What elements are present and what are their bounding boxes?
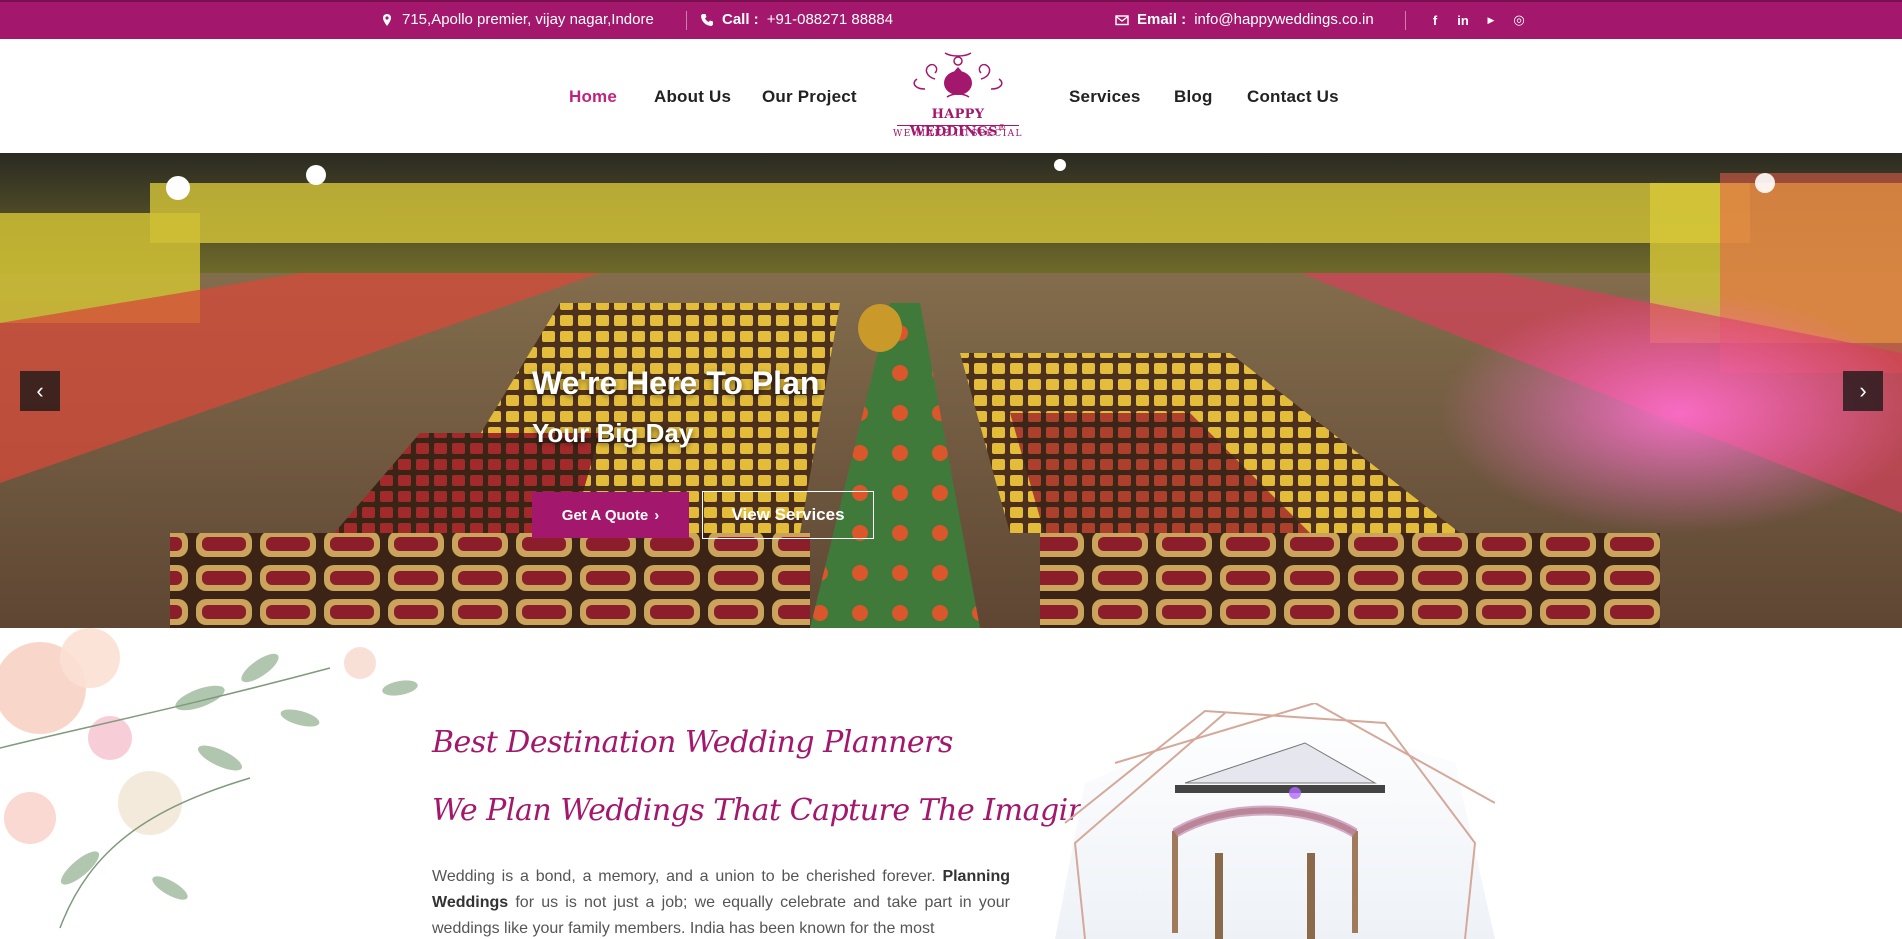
hero-subtitle: Your Big Day	[532, 418, 694, 448]
address-item: 715,Apollo premier, vijay nagar,Indore	[380, 11, 654, 28]
floral-decoration-image	[0, 628, 418, 929]
slider-next-button[interactable]: ›	[1843, 371, 1883, 411]
instagram-icon[interactable]: ◎	[1512, 12, 1526, 28]
nav-our-project[interactable]: Our Project	[762, 87, 857, 107]
brand-logo[interactable]: HAPPY WEDDINGS® WE MAKE IT SPECIAL	[885, 49, 1031, 149]
address-text: 715,Apollo premier, vijay nagar,Indore	[402, 11, 654, 28]
nav-services[interactable]: Services	[1069, 87, 1141, 107]
linkedin-icon[interactable]: in	[1456, 12, 1470, 28]
call-item[interactable]: Call : +91-088271 88884	[700, 11, 893, 28]
section-heading-secondary: We Plan Weddings That Capture The Imagin…	[432, 793, 1162, 828]
phone-icon	[701, 13, 713, 26]
about-section: Best Destination Wedding Planners We Pla…	[0, 628, 1902, 939]
nav-home[interactable]: Home	[569, 87, 617, 107]
top-contact-bar: 715,Apollo premier, vijay nagar,Indore C…	[0, 0, 1902, 39]
hero-slider: ‹ › We're Here To Plan Your Big Day Get …	[0, 153, 1902, 628]
chevron-right-icon: ›	[654, 506, 660, 524]
email-label: Email :	[1137, 11, 1187, 28]
nav-about-us[interactable]: About Us	[654, 87, 731, 107]
hero-venue-image	[0, 153, 1902, 628]
about-paragraph: Wedding is a bond, a memory, and a union…	[432, 864, 1010, 939]
main-nav: Home About Us Our Project HAPPY WEDDINGS…	[0, 39, 1902, 153]
email-item[interactable]: Email : info@happyweddings.co.in	[1115, 11, 1374, 28]
slider-prev-button[interactable]: ‹	[20, 371, 60, 411]
email-value[interactable]: info@happyweddings.co.in	[1194, 11, 1374, 28]
location-pin-icon	[383, 13, 391, 26]
nav-blog[interactable]: Blog	[1174, 87, 1213, 107]
call-number[interactable]: +91-088271 88884	[767, 11, 893, 28]
facebook-icon[interactable]: f	[1428, 12, 1442, 28]
call-label: Call :	[722, 11, 759, 28]
youtube-icon[interactable]: ▶	[1484, 12, 1498, 28]
logo-divider	[897, 125, 1019, 126]
social-links: f in ▶ ◎	[1428, 12, 1526, 28]
about-text-part1: Wedding is a bond, a memory, and a union…	[432, 868, 943, 885]
about-text-part2: for us is not just a job; we equally cel…	[432, 894, 1010, 937]
get-a-quote-label: Get A Quote	[561, 506, 649, 524]
section-heading-primary: Best Destination Wedding Planners	[432, 725, 953, 760]
divider	[1405, 11, 1406, 30]
hero-title: We're Here To Plan	[532, 365, 820, 401]
logo-tagline: WE MAKE IT SPECIAL	[893, 129, 1023, 139]
envelope-icon	[1115, 14, 1129, 25]
view-services-button[interactable]: View Services	[702, 491, 874, 539]
divider	[686, 11, 687, 30]
mandap-frame-image	[1055, 703, 1495, 939]
nav-contact-us[interactable]: Contact Us	[1247, 87, 1339, 107]
get-a-quote-button[interactable]: Get A Quote ›	[532, 492, 689, 538]
